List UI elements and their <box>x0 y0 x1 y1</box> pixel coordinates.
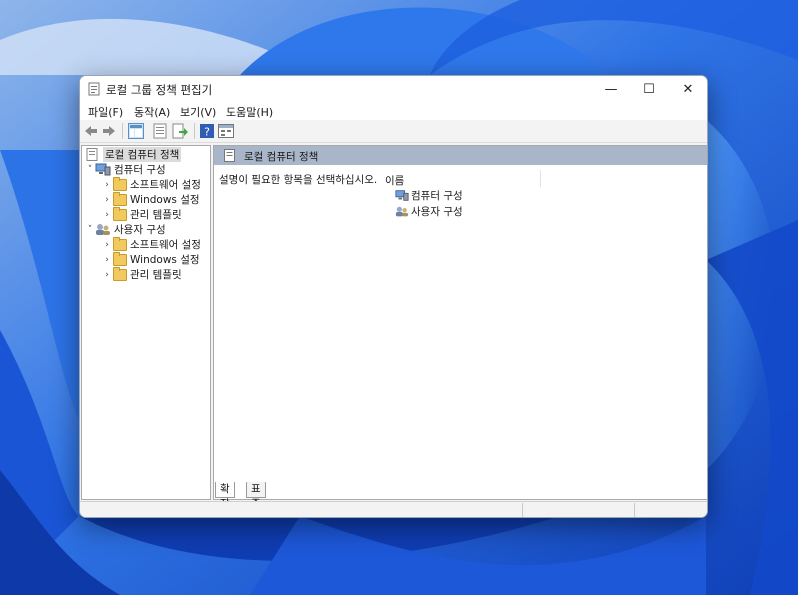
list-item-computer-config[interactable]: 컴퓨터 구성 <box>395 188 463 203</box>
tree-item-label: 관리 템플릿 <box>130 209 182 221</box>
details-pane: 로컬 컴퓨터 정책 설명이 필요한 항목을 선택하십시오. 이름 컴퓨터 구성 … <box>213 145 707 500</box>
tree-item-windows-settings[interactable]: › Windows 설정 <box>102 252 200 267</box>
details-header: 로컬 컴퓨터 정책 <box>214 146 707 165</box>
show-hide-tree-icon[interactable] <box>128 123 144 139</box>
status-separator <box>634 503 635 517</box>
help-icon[interactable]: ? <box>199 123 215 139</box>
forward-icon[interactable] <box>101 123 117 139</box>
tree-item-software-settings[interactable]: › 소프트웨어 설정 <box>102 237 201 252</box>
chevron-down-icon[interactable]: ˅ <box>85 225 95 235</box>
folder-icon <box>113 192 127 206</box>
minimize-button[interactable]: — <box>592 76 630 102</box>
tab-extended[interactable]: 확장 <box>215 482 235 510</box>
menu-file[interactable]: 파일(F) <box>88 104 123 120</box>
export-list-icon[interactable] <box>172 123 188 139</box>
tree-item-label: 소프트웨어 설정 <box>130 239 201 251</box>
tree-item-label: Windows 설정 <box>130 194 200 206</box>
show-hide-action-pane-icon[interactable] <box>218 123 234 139</box>
close-button[interactable]: ✕ <box>669 76 707 102</box>
folder-icon <box>113 252 127 266</box>
menu-bar: 파일(F) 동작(A) 보기(V) 도움말(H) <box>80 102 707 120</box>
users-icon <box>96 224 110 235</box>
tree-item-windows-settings[interactable]: › Windows 설정 <box>102 192 200 207</box>
tree-item-label: 사용자 구성 <box>114 224 166 236</box>
tree-pane: 로컬 컴퓨터 정책 ˅ 컴퓨터 구성 › 소프트웨어 설정 › Windows … <box>81 145 211 500</box>
tree-item-label: 컴퓨터 구성 <box>114 164 166 176</box>
tree-item-local-computer-policy[interactable]: 로컬 컴퓨터 정책 <box>84 147 182 162</box>
users-icon <box>395 206 409 217</box>
list-item-user-config[interactable]: 사용자 구성 <box>395 204 463 219</box>
description-text: 설명이 필요한 항목을 선택하십시오. <box>219 174 378 186</box>
column-header-name[interactable]: 이름 <box>385 173 404 188</box>
toolbar: ? <box>80 120 707 143</box>
status-bar <box>80 501 707 517</box>
tree-item-label: 로컬 컴퓨터 정책 <box>103 147 182 162</box>
menu-help[interactable]: 도움말(H) <box>226 104 273 120</box>
policy-doc-icon <box>224 149 235 162</box>
maximize-icon: ☐ <box>643 81 655 97</box>
policy-app-icon <box>88 82 100 96</box>
folder-icon <box>113 177 127 191</box>
menu-action[interactable]: 동작(A) <box>134 104 170 120</box>
properties-icon[interactable] <box>152 123 168 139</box>
toolbar-separator <box>122 123 123 139</box>
list-item-label: 컴퓨터 구성 <box>411 190 463 202</box>
list-item-label: 사용자 구성 <box>411 206 463 218</box>
status-separator <box>522 503 523 517</box>
minimize-icon: — <box>604 81 618 97</box>
computer-icon <box>395 190 409 201</box>
title-bar: 로컬 그룹 정책 편집기 — ☐ ✕ <box>80 76 707 102</box>
tree-item-admin-templates[interactable]: › 관리 템플릿 <box>102 207 182 222</box>
gpedit-window: 로컬 그룹 정책 편집기 — ☐ ✕ 파일(F) 동작(A) 보기(V) 도움말… <box>79 75 708 518</box>
tree-item-admin-templates[interactable]: › 관리 템플릿 <box>102 267 182 282</box>
column-divider[interactable] <box>540 170 541 187</box>
chevron-right-icon[interactable]: › <box>102 195 112 205</box>
close-icon: ✕ <box>682 81 694 97</box>
chevron-right-icon[interactable]: › <box>102 210 112 220</box>
window-title: 로컬 그룹 정책 편집기 <box>106 83 213 97</box>
tree-item-computer-config[interactable]: ˅ 컴퓨터 구성 <box>85 162 166 177</box>
tree-item-label: Windows 설정 <box>130 254 200 266</box>
folder-icon <box>113 207 127 221</box>
policy-doc-icon <box>86 148 98 161</box>
menu-view[interactable]: 보기(V) <box>180 104 216 120</box>
computer-icon <box>95 163 111 176</box>
chevron-right-icon[interactable]: › <box>102 270 112 280</box>
chevron-right-icon[interactable]: › <box>102 240 112 250</box>
maximize-button[interactable]: ☐ <box>630 76 668 102</box>
tab-standard[interactable]: 표준 <box>246 482 266 510</box>
tree-item-user-config[interactable]: ˅ 사용자 구성 <box>85 222 166 237</box>
tree-item-label: 관리 템플릿 <box>130 269 182 281</box>
chevron-down-icon[interactable]: ˅ <box>85 165 95 175</box>
back-icon[interactable] <box>83 123 99 139</box>
chevron-right-icon[interactable]: › <box>102 255 112 265</box>
folder-icon <box>113 267 127 281</box>
svg-text:?: ? <box>204 126 210 139</box>
toolbar-separator <box>194 123 195 139</box>
folder-icon <box>113 237 127 251</box>
chevron-right-icon[interactable]: › <box>102 180 112 190</box>
details-header-title: 로컬 컴퓨터 정책 <box>244 151 319 163</box>
tree-item-label: 소프트웨어 설정 <box>130 179 201 191</box>
tree-item-software-settings[interactable]: › 소프트웨어 설정 <box>102 177 201 192</box>
